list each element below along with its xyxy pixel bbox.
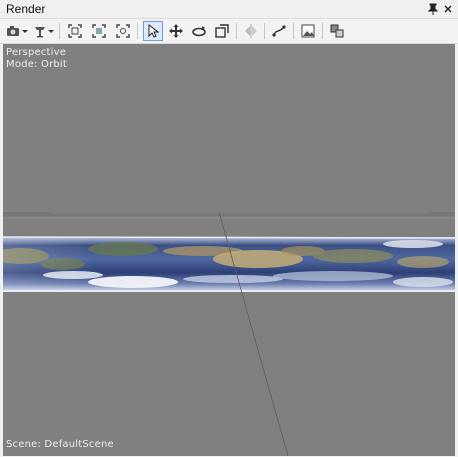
- close-icon[interactable]: [441, 1, 455, 16]
- render-toolbar: [0, 19, 458, 44]
- zoom-selected-icon[interactable]: [89, 21, 109, 41]
- window-title: Render: [6, 2, 46, 16]
- rotate-icon[interactable]: [189, 21, 209, 41]
- scene-label: Scene: DefaultScene: [6, 439, 114, 450]
- pin-icon[interactable]: [426, 1, 440, 16]
- toolbar-separator: [59, 23, 60, 39]
- toolbar-separator: [293, 23, 294, 39]
- zoom-region-icon[interactable]: [113, 21, 133, 41]
- mirror-icon[interactable]: [241, 21, 261, 41]
- scene-canvas[interactable]: [3, 44, 455, 456]
- camera-dropdown-chevron-icon[interactable]: [22, 30, 28, 33]
- move-icon[interactable]: [166, 21, 186, 41]
- layers-icon[interactable]: [327, 21, 347, 41]
- select-arrow-icon[interactable]: [143, 21, 163, 41]
- toolbar-separator: [322, 23, 323, 39]
- camera-icon[interactable]: [4, 21, 24, 41]
- render-viewport[interactable]: Perspective Mode: Orbit Scene: DefaultSc…: [3, 44, 455, 456]
- lamp-icon[interactable]: [30, 21, 50, 41]
- lamp-dropdown-chevron-icon[interactable]: [48, 30, 54, 33]
- render-window: Render Perspective Mode: Orbit Scene: De…: [0, 0, 458, 457]
- earth-textured-plane[interactable]: [3, 236, 455, 292]
- toolbar-separator: [236, 23, 237, 39]
- mode-label: Mode: Orbit: [6, 59, 68, 70]
- scale-icon[interactable]: [212, 21, 232, 41]
- toolbar-separator: [264, 23, 265, 39]
- toolbar-separator: [137, 23, 138, 39]
- projection-label: Perspective: [6, 47, 67, 58]
- title-bar: Render: [0, 0, 458, 19]
- path-icon[interactable]: [269, 21, 289, 41]
- zoom-extents-icon[interactable]: [65, 21, 85, 41]
- image-icon[interactable]: [298, 21, 318, 41]
